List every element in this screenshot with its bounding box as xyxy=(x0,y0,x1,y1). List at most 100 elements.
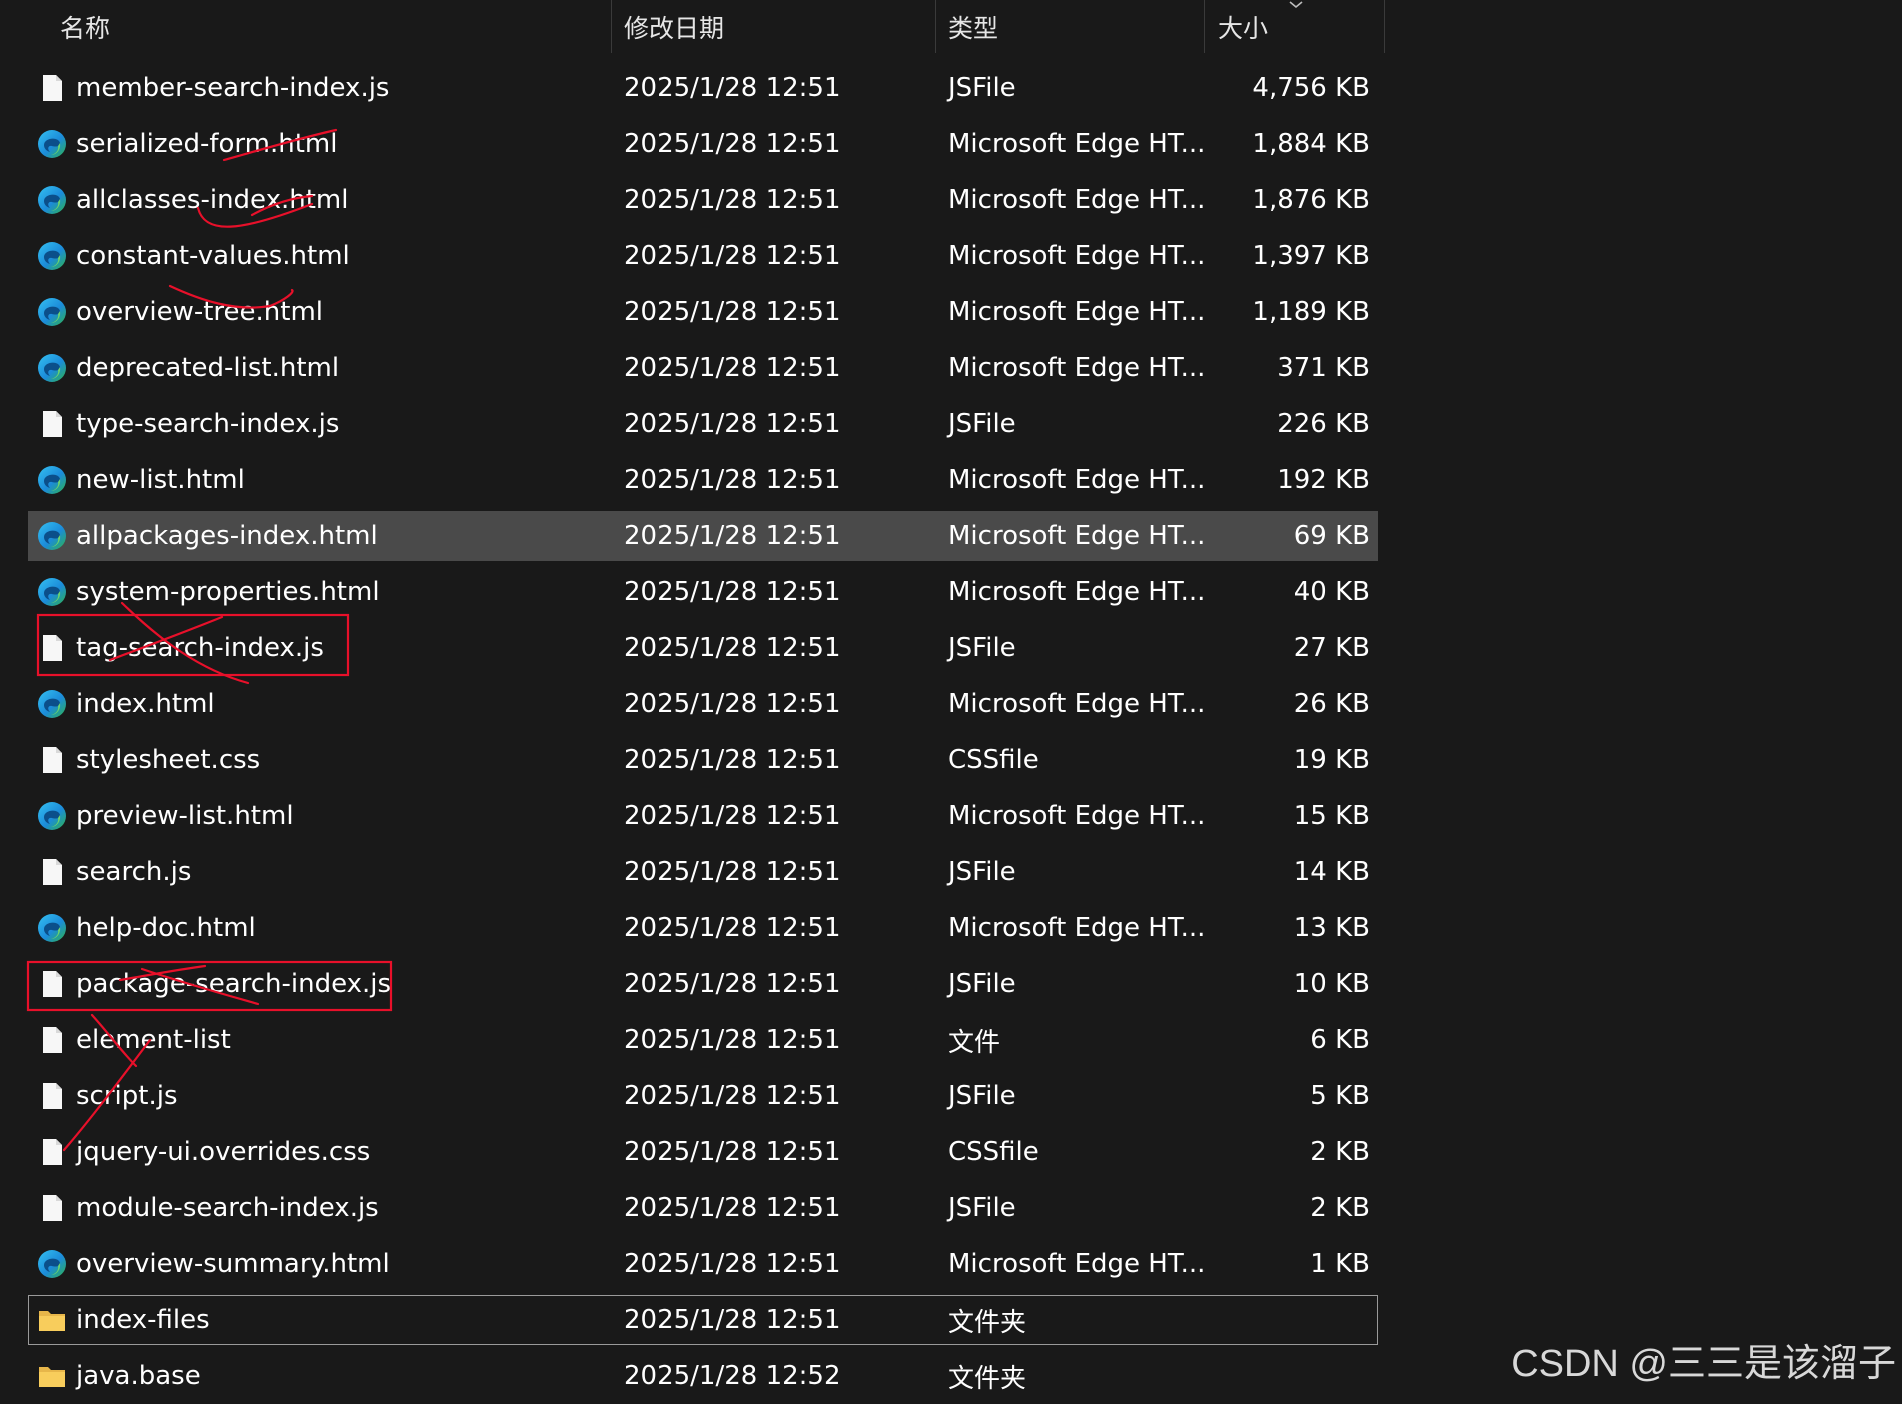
file-date: 2025/1/28 12:52 xyxy=(624,1361,841,1391)
file-type: 文件夹 xyxy=(948,1307,1027,1338)
file-size: 4,756 KB xyxy=(1252,73,1370,103)
file-size: 15 KB xyxy=(1293,801,1370,831)
file-type: JSFile xyxy=(948,857,1016,887)
column-divider[interactable] xyxy=(1204,0,1205,53)
file-row[interactable]: tag-search-index.js 2025/1/28 12:51 JSFile… xyxy=(0,620,1384,676)
file-row[interactable]: type-search-index.js 2025/1/28 12:51 JSFil… xyxy=(0,396,1384,452)
file-name: jquery-ui.overrides.css xyxy=(76,1137,371,1167)
file-name: member-search-index.js xyxy=(76,73,390,103)
column-header-bar: 名称 修改日期 类型 大小 xyxy=(0,0,1385,53)
file-date: 2025/1/28 12:51 xyxy=(624,1137,841,1167)
file-size: 1,884 KB xyxy=(1252,129,1370,159)
file-type: Microsoft Edge HT... xyxy=(948,577,1206,607)
file-type: Microsoft Edge HT... xyxy=(948,913,1206,943)
file-icon xyxy=(36,1192,68,1224)
file-row[interactable]: index.html 2025/1/28 12:51 Microsoft Edge … xyxy=(0,676,1384,732)
file-name: new-list.html xyxy=(76,465,245,495)
column-header-type[interactable]: 类型 xyxy=(936,0,1204,53)
file-date: 2025/1/28 12:51 xyxy=(624,801,841,831)
file-type: Microsoft Edge HT... xyxy=(948,241,1206,271)
file-name: index.html xyxy=(76,689,215,719)
file-size: 1 KB xyxy=(1310,1249,1370,1279)
file-row[interactable]: preview-list.html 2025/1/28 12:51 Microsof… xyxy=(0,788,1384,844)
file-row[interactable]: allclasses-index.html 2025/1/28 12:51 Micr… xyxy=(0,172,1384,228)
file-name: search.js xyxy=(76,857,192,887)
file-row[interactable]: package-search-index.js 2025/1/28 12:51 JS… xyxy=(0,956,1384,1012)
file-date: 2025/1/28 12:51 xyxy=(624,297,841,327)
file-name: package-search-index.js xyxy=(76,969,392,999)
file-name: preview-list.html xyxy=(76,801,294,831)
file-row[interactable]: stylesheet.css 2025/1/28 12:51 CSSfile 19 K… xyxy=(0,732,1384,788)
file-row[interactable]: deprecated-list.html 2025/1/28 12:51 Micro… xyxy=(0,340,1384,396)
file-size: 192 KB xyxy=(1277,465,1370,495)
file-date: 2025/1/28 12:51 xyxy=(624,521,841,551)
file-type: JSFile xyxy=(948,1193,1016,1223)
file-type: Microsoft Edge HT... xyxy=(948,465,1206,495)
file-row[interactable]: index-files 2025/1/28 12:51 文件夹 xyxy=(0,1292,1384,1348)
file-type: 文件夹 xyxy=(948,1363,1027,1394)
file-name: help-doc.html xyxy=(76,913,256,943)
folder-icon xyxy=(36,1304,68,1336)
sort-descending-icon xyxy=(1289,1,1303,9)
file-date: 2025/1/28 12:51 xyxy=(624,465,841,495)
edge-icon xyxy=(36,128,68,160)
file-row[interactable]: overview-summary.html 2025/1/28 12:51 Micr… xyxy=(0,1236,1384,1292)
file-size: 27 KB xyxy=(1293,633,1370,663)
file-row[interactable]: system-properties.html 2025/1/28 12:51 Mic… xyxy=(0,564,1384,620)
file-name: type-search-index.js xyxy=(76,409,340,439)
file-row[interactable]: jquery-ui.overrides.css 2025/1/28 12:51 CS… xyxy=(0,1124,1384,1180)
file-row[interactable]: allpackages-index.html 2025/1/28 12:51 Mic… xyxy=(0,508,1384,564)
file-row[interactable]: new-list.html 2025/1/28 12:51 Microsoft Ed… xyxy=(0,452,1384,508)
edge-icon xyxy=(36,352,68,384)
file-name: system-properties.html xyxy=(76,577,380,607)
file-row[interactable]: overview-tree.html 2025/1/28 12:51 Microso… xyxy=(0,284,1384,340)
edge-icon xyxy=(36,688,68,720)
file-size: 40 KB xyxy=(1293,577,1370,607)
file-date: 2025/1/28 12:51 xyxy=(624,1249,841,1279)
file-date: 2025/1/28 12:51 xyxy=(624,1305,841,1335)
file-row[interactable]: serialized-form.html 2025/1/28 12:51 Micro… xyxy=(0,116,1384,172)
file-icon xyxy=(36,408,68,440)
file-name: overview-tree.html xyxy=(76,297,324,327)
edge-icon xyxy=(36,520,68,552)
column-divider[interactable] xyxy=(1384,0,1385,53)
file-icon xyxy=(36,744,68,776)
file-name: tag-search-index.js xyxy=(76,633,324,663)
file-name: overview-summary.html xyxy=(76,1249,390,1279)
column-header-date[interactable]: 修改日期 xyxy=(612,0,936,53)
file-row[interactable]: module-search-index.js 2025/1/28 12:51 JSF… xyxy=(0,1180,1384,1236)
file-type: CSSfile xyxy=(948,745,1039,775)
file-row[interactable]: help-doc.html 2025/1/28 12:51 Microsoft Ed… xyxy=(0,900,1384,956)
file-row[interactable]: java.base 2025/1/28 12:52 文件夹 xyxy=(0,1348,1384,1404)
file-row[interactable]: constant-values.html 2025/1/28 12:51 Micro… xyxy=(0,228,1384,284)
file-size: 10 KB xyxy=(1293,969,1370,999)
file-size: 226 KB xyxy=(1277,409,1370,439)
file-date: 2025/1/28 12:51 xyxy=(624,241,841,271)
file-type: Microsoft Edge HT... xyxy=(948,1249,1206,1279)
file-size: 2 KB xyxy=(1310,1137,1370,1167)
file-name: deprecated-list.html xyxy=(76,353,340,383)
file-name: element-list xyxy=(76,1025,231,1055)
edge-icon xyxy=(36,800,68,832)
file-row[interactable]: member-search-index.js 2025/1/28 12:51 JSF… xyxy=(0,60,1384,116)
file-date: 2025/1/28 12:51 xyxy=(624,185,841,215)
file-row[interactable]: search.js 2025/1/28 12:51 JSFile 14 KB xyxy=(0,844,1384,900)
file-type: JSFile xyxy=(948,409,1016,439)
file-type: Microsoft Edge HT... xyxy=(948,353,1206,383)
column-header-name[interactable]: 名称 xyxy=(48,0,608,53)
file-row[interactable]: element-list 2025/1/28 12:51 文件 6 KB xyxy=(0,1012,1384,1068)
file-date: 2025/1/28 12:51 xyxy=(624,1025,841,1055)
file-row[interactable]: script.js 2025/1/28 12:51 JSFile 5 KB xyxy=(0,1068,1384,1124)
file-type: Microsoft Edge HT... xyxy=(948,129,1206,159)
file-type: JSFile xyxy=(948,73,1016,103)
file-list: member-search-index.js 2025/1/28 12:51 JSF… xyxy=(0,60,1384,1404)
watermark: CSDN @三三是该溜子 xyxy=(1511,1343,1896,1385)
edge-icon xyxy=(36,464,68,496)
file-name: module-search-index.js xyxy=(76,1193,379,1223)
file-date: 2025/1/28 12:51 xyxy=(624,129,841,159)
file-size: 13 KB xyxy=(1293,913,1370,943)
file-icon xyxy=(36,72,68,104)
file-type: JSFile xyxy=(948,969,1016,999)
file-icon xyxy=(36,968,68,1000)
file-type: 文件 xyxy=(948,1027,1001,1058)
